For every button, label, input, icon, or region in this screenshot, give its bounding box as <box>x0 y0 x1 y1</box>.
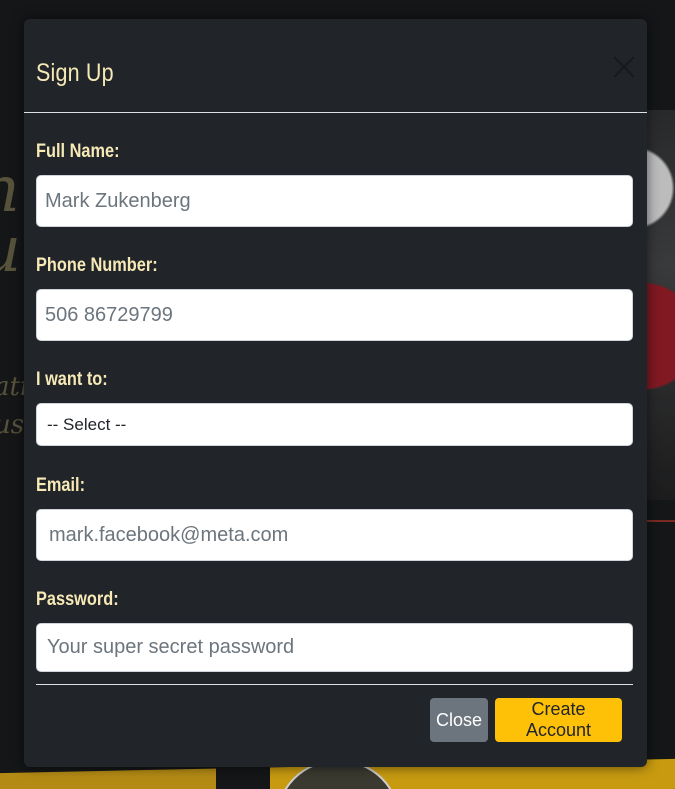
signup-modal: Sign Up Full Name: Phone Number: I want … <box>24 19 647 767</box>
phone-number-label: Phone Number: <box>36 255 158 276</box>
email-label: Email: <box>36 475 86 496</box>
email-input[interactable] <box>36 509 633 561</box>
background-divider <box>646 520 675 522</box>
close-icon[interactable] <box>612 55 636 79</box>
modal-title: Sign Up <box>36 59 114 87</box>
phone-number-input[interactable] <box>36 289 633 341</box>
intent-select[interactable]: -- Select -- <box>36 403 633 446</box>
close-button[interactable]: Close <box>430 698 488 742</box>
intent-label: I want to: <box>36 369 108 390</box>
modal-footer-divider <box>36 684 633 685</box>
full-name-input[interactable] <box>36 175 633 227</box>
full-name-label: Full Name: <box>36 141 120 162</box>
password-label: Password: <box>36 589 119 610</box>
intent-select-value: -- Select -- <box>47 414 127 434</box>
create-account-button[interactable]: Create Account <box>495 698 622 742</box>
password-input[interactable] <box>36 623 633 672</box>
modal-header: Sign Up <box>24 19 647 113</box>
